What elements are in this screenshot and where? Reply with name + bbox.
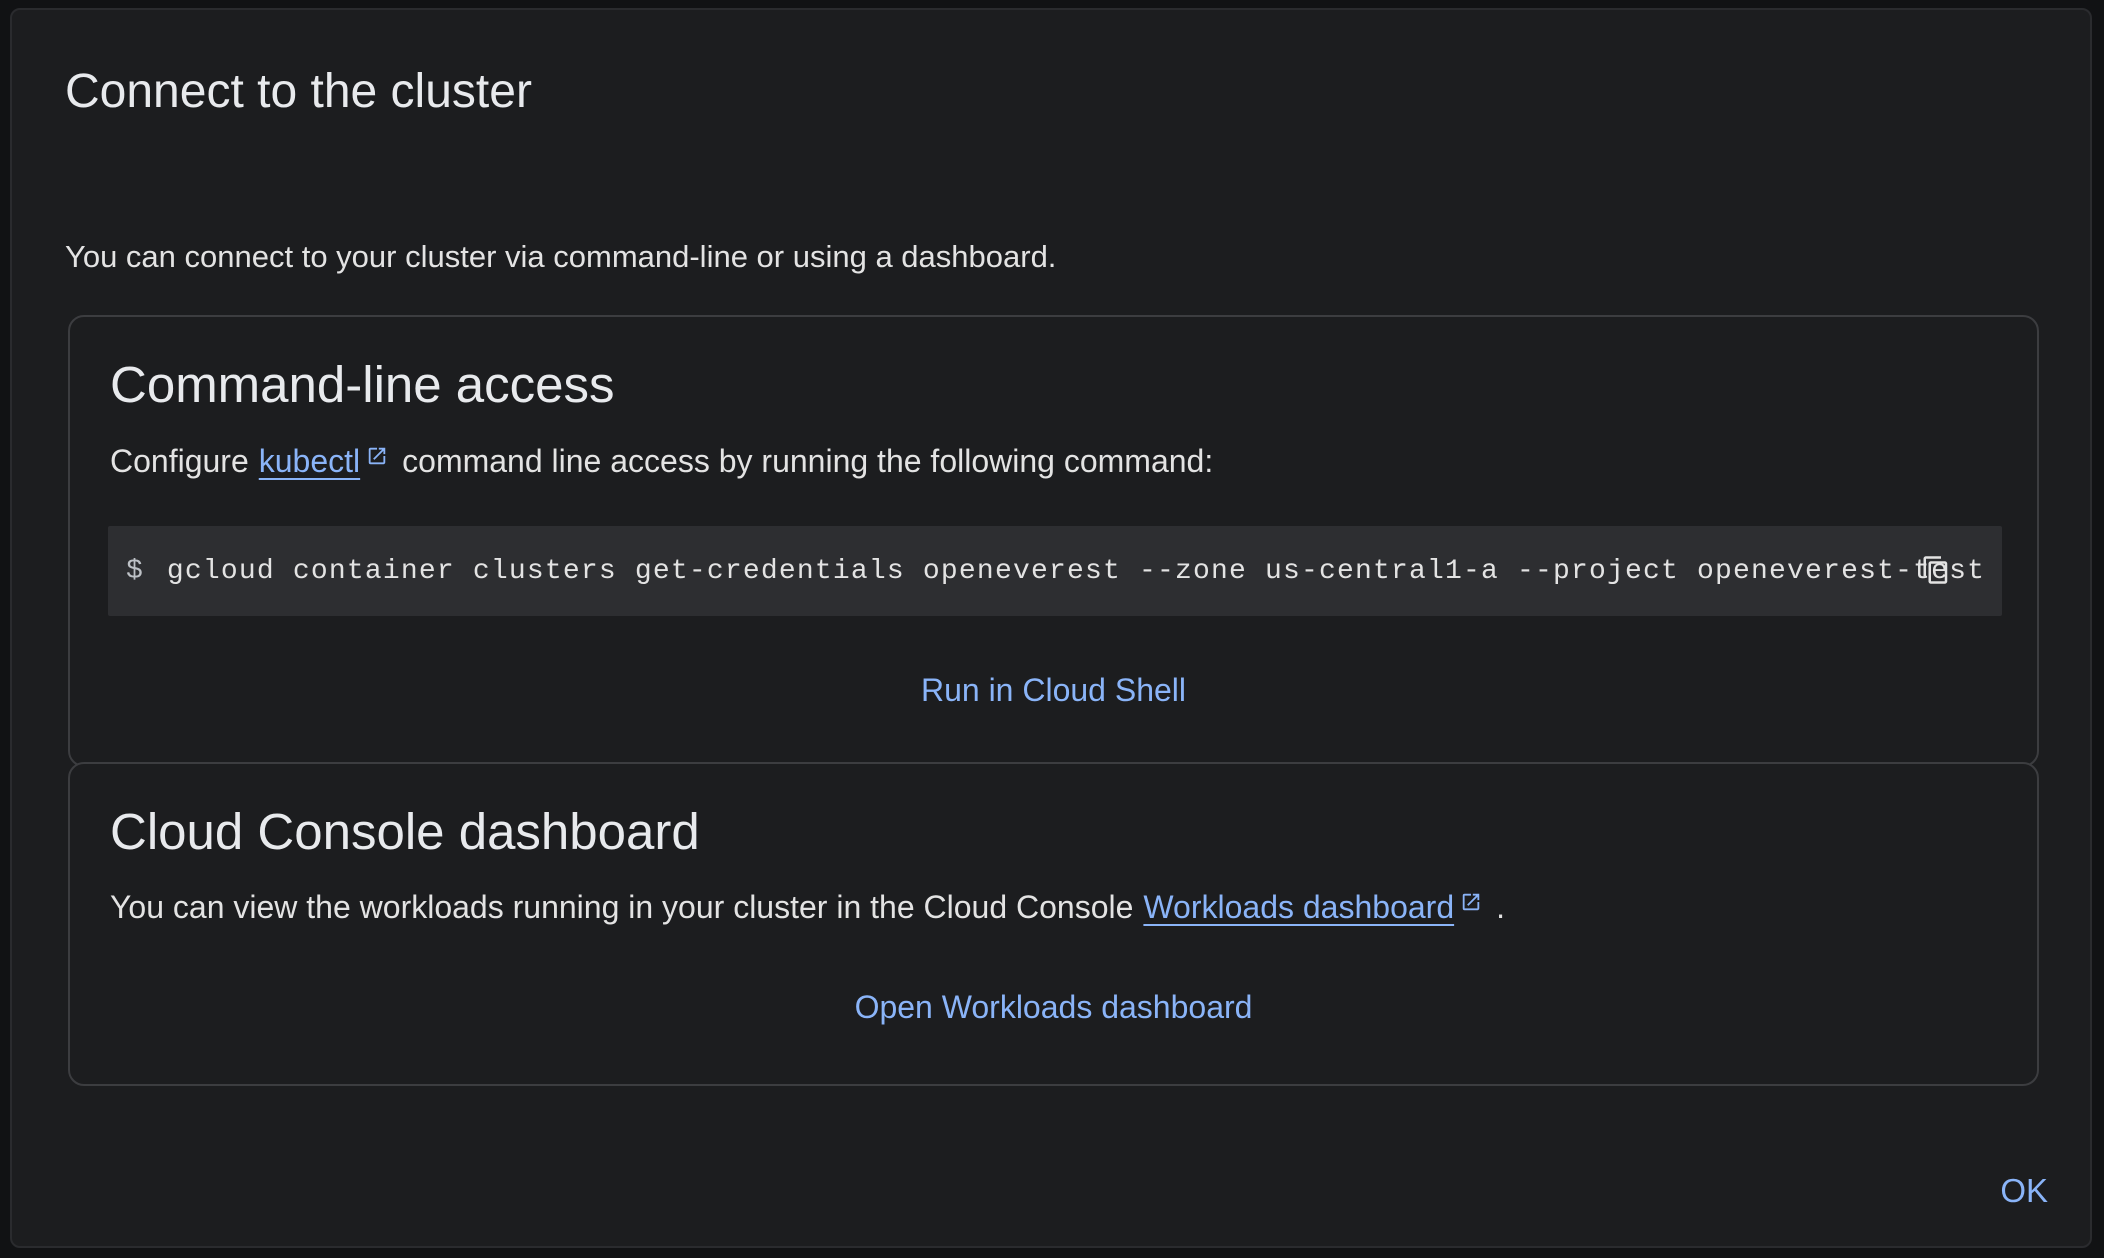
- cli-text-after: command line access by running the follo…: [402, 443, 1214, 479]
- copy-command-button[interactable]: [1914, 548, 1958, 592]
- command-line-access-card: Command-line access Configure kubectl co…: [68, 315, 2039, 767]
- command-line-access-title: Command-line access: [110, 356, 615, 413]
- open-in-new-icon[interactable]: [366, 445, 388, 467]
- console-text-after: .: [1496, 889, 1505, 925]
- command-line-description: Configure kubectl command line access by…: [110, 443, 1213, 480]
- kubectl-link[interactable]: kubectl: [259, 443, 360, 480]
- gcloud-command[interactable]: gcloud container clusters get-credential…: [167, 556, 1985, 587]
- open-workloads-dashboard-label[interactable]: Open Workloads dashboard: [845, 983, 1263, 1031]
- workloads-dashboard-link[interactable]: Workloads dashboard: [1143, 889, 1454, 926]
- run-in-cloud-shell-button[interactable]: Run in Cloud Shell: [70, 672, 2037, 709]
- command-code-block: $ gcloud container clusters get-credenti…: [108, 526, 2002, 616]
- cloud-console-dashboard-card: Cloud Console dashboard You can view the…: [68, 762, 2039, 1086]
- open-in-new-icon[interactable]: [1460, 891, 1482, 913]
- dialog-title: Connect to the cluster: [65, 65, 532, 118]
- cloud-console-description: You can view the workloads running in yo…: [110, 889, 1505, 926]
- console-text-before: You can view the workloads running in yo…: [110, 889, 1134, 925]
- copy-icon: [1923, 556, 1948, 584]
- run-in-cloud-shell-label[interactable]: Run in Cloud Shell: [911, 666, 1196, 714]
- cloud-console-dashboard-title: Cloud Console dashboard: [110, 803, 700, 860]
- connect-dialog: Connect to the cluster You can connect t…: [10, 8, 2092, 1248]
- dialog-intro: You can connect to your cluster via comm…: [65, 239, 1057, 274]
- open-workloads-dashboard-button[interactable]: Open Workloads dashboard: [70, 989, 2037, 1026]
- ok-button[interactable]: OK: [2000, 1172, 2048, 1210]
- cli-text-before: Configure: [110, 443, 249, 479]
- shell-prompt: $: [126, 555, 143, 587]
